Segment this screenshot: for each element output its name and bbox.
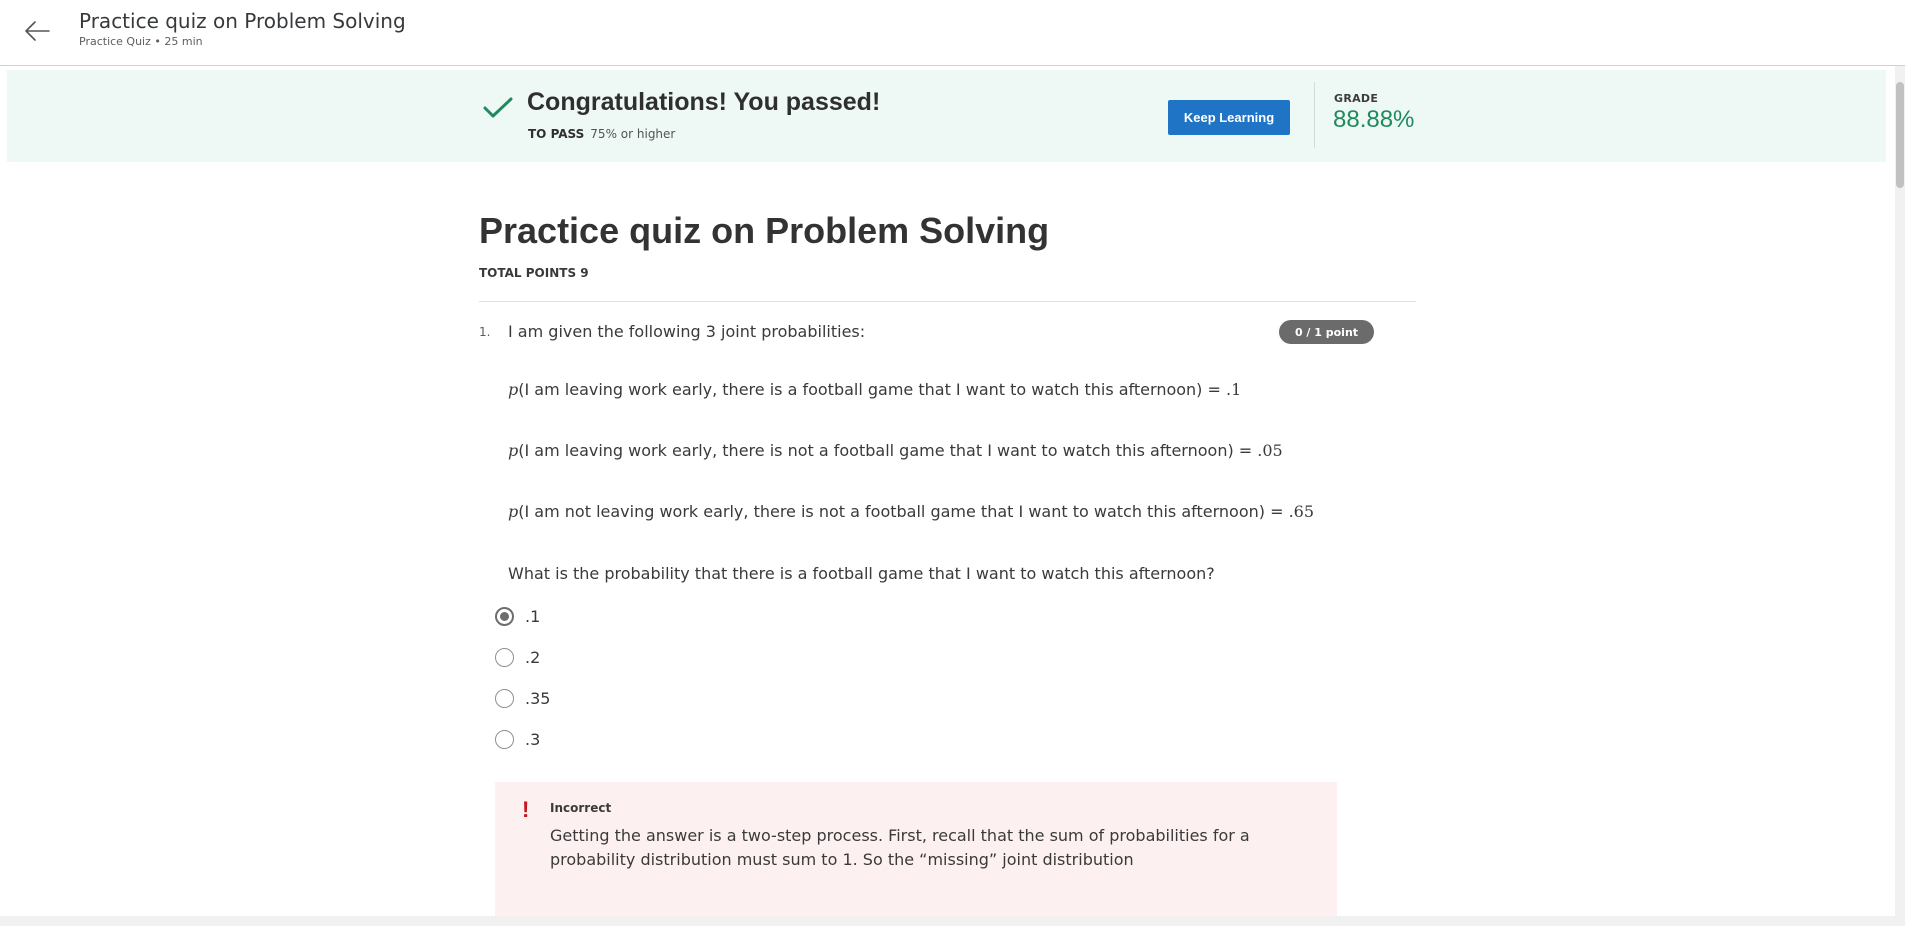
- question-number: 1.: [479, 325, 491, 339]
- radio-button[interactable]: [495, 647, 514, 667]
- top-bar: Practice quiz on Problem Solving Practic…: [0, 0, 1905, 66]
- probability-line: p(I am leaving work early, there is not …: [508, 441, 1283, 460]
- section-divider: [479, 301, 1416, 302]
- horizontal-scrollbar[interactable]: [0, 916, 1905, 926]
- grade-value: 88.88%: [1333, 106, 1415, 133]
- probability-text: (I am leaving work early, there is not a…: [518, 441, 1258, 460]
- probability-line: p(I am leaving work early, there is a fo…: [508, 380, 1241, 399]
- check-icon: [483, 97, 513, 118]
- option-label: .1: [525, 606, 541, 626]
- header-title: Practice quiz on Problem Solving: [79, 9, 406, 33]
- option-label: .35: [525, 688, 551, 708]
- feedback-panel: ! Incorrect Getting the answer is a two-…: [495, 782, 1337, 916]
- answer-option[interactable]: .1: [495, 604, 540, 628]
- arrow-left-icon: [25, 21, 50, 41]
- answer-option[interactable]: .2: [495, 645, 540, 669]
- radio-button[interactable]: [495, 688, 514, 708]
- grade-label: GRADE: [1334, 92, 1379, 105]
- math-symbol: p: [508, 380, 519, 399]
- back-button[interactable]: [20, 14, 54, 48]
- scrollbar-thumb[interactable]: [1896, 82, 1904, 188]
- probability-value: .65: [1288, 502, 1315, 521]
- radio-button[interactable]: [495, 729, 514, 749]
- points-badge: 0 / 1 point: [1279, 320, 1374, 344]
- question-text: What is the probability that there is a …: [508, 564, 1215, 583]
- feedback-text: Getting the answer is a two-step process…: [550, 826, 1250, 869]
- probability-value: .1: [1226, 380, 1242, 399]
- feedback-status: Incorrect: [550, 801, 612, 815]
- banner-divider: [1314, 82, 1315, 148]
- probability-line: p(I am not leaving work early, there is …: [508, 502, 1314, 521]
- quiz-title: Practice quiz on Problem Solving: [479, 210, 1050, 251]
- question-intro: I am given the following 3 joint probabi…: [508, 322, 866, 341]
- pass-message: Congratulations! You passed!: [527, 88, 881, 116]
- pass-threshold: TO PASS 75% or higher: [528, 127, 675, 141]
- to-pass-value: 75% or higher: [590, 127, 676, 141]
- exclamation-icon: !: [522, 797, 530, 822]
- math-symbol: p: [508, 502, 519, 521]
- total-points: TOTAL POINTS 9: [479, 266, 589, 280]
- probability-value: .05: [1257, 441, 1283, 460]
- header-subtitle: Practice Quiz • 25 min: [79, 35, 203, 48]
- vertical-scrollbar[interactable]: [1895, 66, 1905, 916]
- radio-button-selected[interactable]: [495, 606, 514, 626]
- math-symbol: p: [508, 441, 519, 460]
- option-label: .2: [525, 647, 541, 667]
- answer-option[interactable]: .3: [495, 727, 540, 751]
- probability-text: (I am not leaving work early, there is n…: [518, 502, 1289, 521]
- to-pass-label: TO PASS: [528, 127, 585, 141]
- answer-option[interactable]: .35: [495, 686, 550, 710]
- result-banner: [7, 70, 1886, 162]
- option-label: .3: [525, 729, 541, 749]
- keep-learning-button[interactable]: Keep Learning: [1168, 100, 1290, 135]
- probability-text: (I am leaving work early, there is a foo…: [518, 380, 1226, 399]
